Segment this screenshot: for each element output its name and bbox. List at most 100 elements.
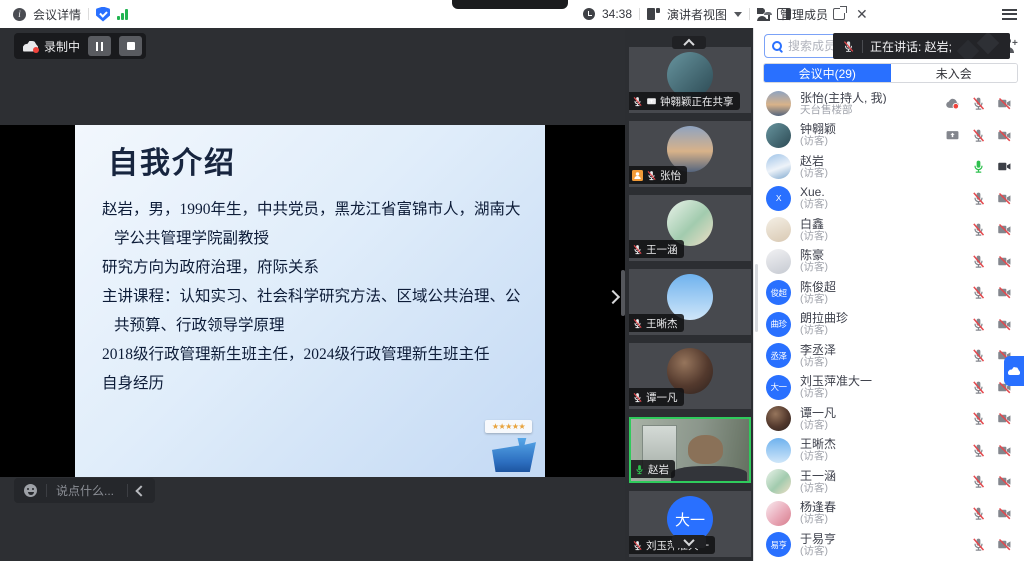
member-row[interactable]: 陈豪 (访客) [754,246,1024,278]
video-thumbnail[interactable]: 王晰杰 [629,269,751,335]
member-texts: 杨逢春 (访客) [800,501,962,525]
chevron-down-icon[interactable] [734,12,742,17]
divider [862,40,863,53]
chat-quick-bar[interactable] [14,478,155,503]
avatar: 丞泽 [766,343,791,368]
member-role: (访客) [800,546,962,557]
pause-recording-button[interactable] [88,36,111,56]
member-texts: 刘玉萍准大一 (访客) [800,375,962,399]
timer-icon [583,8,595,20]
video-thumbnail[interactable]: 谭一凡 [629,343,751,409]
member-role: (访客) [800,294,962,305]
member-role: (访客) [800,199,962,210]
mic-muted-icon [971,348,986,363]
manage-members-label: 管理成员 [780,6,828,23]
member-name: 谭一凡 [800,407,962,419]
mic-muted-icon [971,128,986,143]
thumbnail-status-icons [632,540,643,551]
presentation-slide: 自我介绍 赵岩，男，1990年生，中共党员，黑龙江省富锦市人，湖南大学公共管理学… [75,125,545,477]
member-role: (访客) [800,388,962,399]
member-status-icons [971,474,1012,489]
camera-muted-icon [997,222,1012,237]
docked-cloud-app-icon[interactable] [1004,356,1024,386]
thumbnail-status-icons [634,464,645,475]
mic-muted-icon [632,318,643,329]
member-name: 朗拉曲珍 [800,312,962,324]
member-role: (访客) [800,325,962,336]
tab-not-joined[interactable]: 未入会 [891,64,1018,82]
chat-input[interactable] [56,484,118,498]
member-row[interactable]: 大一 刘玉萍准大一 (访客) [754,372,1024,404]
popout-icon[interactable] [833,8,845,20]
member-name: 张怡(主持人, 我) [800,92,936,104]
video-thumbnail[interactable]: 赵岩 [629,417,751,483]
mic-muted-icon [971,317,986,332]
emoji-icon[interactable] [24,484,37,497]
camera-muted-icon [997,443,1012,458]
camera-muted-icon [997,537,1012,552]
close-icon[interactable]: ✕ [856,7,868,21]
avatar [766,406,791,431]
speaking-toast-text: 正在讲话: 赵岩; [870,38,952,55]
member-role: (访客) [800,483,962,494]
thumbnail-name-text: 谭一凡 [646,390,678,405]
mic-muted-icon [971,222,986,237]
thumbnail-name-label: 赵岩 [631,460,675,478]
shared-screen-stage: 自我介绍 赵岩，男，1990年生，中共党员，黑龙江省富锦市人，湖南大学公共管理学… [0,125,625,477]
video-thumbnail[interactable]: 王一涵 [629,195,751,261]
people-icon [757,8,773,21]
member-row[interactable]: 俊超 陈俊超 (访客) [754,277,1024,309]
member-role: (访客) [800,262,962,273]
member-row[interactable]: 白鑫 (访客) [754,214,1024,246]
divider [46,484,47,497]
mic-muted-icon [971,443,986,458]
member-row[interactable]: 王晰杰 (访客) [754,435,1024,467]
member-row[interactable]: X Xue. (访客) [754,183,1024,215]
avatar [766,249,791,274]
floating-share-bar[interactable] [452,0,568,9]
member-row[interactable]: 王一涵 (访客) [754,466,1024,498]
mic-muted-icon [971,191,986,206]
member-status-icons [971,411,1012,426]
tab-in-meeting[interactable]: 会议中(29) [764,64,891,82]
member-status-icons [971,285,1012,300]
collapse-chat-icon[interactable] [135,485,146,496]
member-status-icons [971,254,1012,269]
avatar: 俊超 [766,280,791,305]
chevron-down-icon [683,534,694,545]
member-name: 赵岩 [800,155,962,167]
stop-recording-button[interactable] [119,36,142,56]
member-row[interactable]: 杨逢春 (访客) [754,498,1024,530]
member-row[interactable]: 易亨 于易亨 (访客) [754,529,1024,561]
next-page-arrow[interactable] [606,290,620,304]
thumbnail-name-label: 王一涵 [629,240,684,258]
presentation-area: 录制中 自我介绍 赵岩，男，1990年生，中共党员，黑龙江省富锦市人，湖南大学公… [0,28,625,561]
member-row[interactable]: 曲珍 朗拉曲珍 (访客) [754,309,1024,341]
manage-members-header: 管理成员 [757,0,828,28]
member-name: 于易亨 [800,533,962,545]
view-mode-label[interactable]: 演讲者视图 [667,6,727,23]
hamburger-menu-icon[interactable] [1002,9,1017,20]
member-list-scrollbar[interactable] [755,264,758,332]
member-texts: 朗拉曲珍 (访客) [800,312,962,336]
video-thumbnail[interactable]: 钟翱颖正在共享 [629,47,751,113]
member-role: 天台售楼部 [800,105,936,116]
security-shield-icon[interactable] [96,7,110,22]
member-row[interactable]: 钟翱颖 (访客) [754,120,1024,152]
mic-muted-icon [632,540,643,551]
avatar: X [766,186,791,211]
info-icon: i [13,8,26,21]
member-row[interactable]: 丞泽 李丞泽 (访客) [754,340,1024,372]
member-row[interactable]: 谭一凡 (访客) [754,403,1024,435]
meeting-details-group[interactable]: i 会议详情 [13,0,128,28]
camera-muted-icon [997,254,1012,269]
member-row[interactable]: 赵岩 (访客) [754,151,1024,183]
member-texts: 陈俊超 (访客) [800,281,962,305]
scroll-up-button[interactable] [672,36,706,49]
meeting-details-label[interactable]: 会议详情 [33,6,81,23]
member-row[interactable]: 张怡(主持人, 我) 天台售楼部 [754,88,1024,120]
avatar: 易亨 [766,532,791,557]
member-status-icons [971,317,1012,332]
scroll-down-button[interactable] [672,535,706,548]
video-thumbnail[interactable]: 张怡 [629,121,751,187]
